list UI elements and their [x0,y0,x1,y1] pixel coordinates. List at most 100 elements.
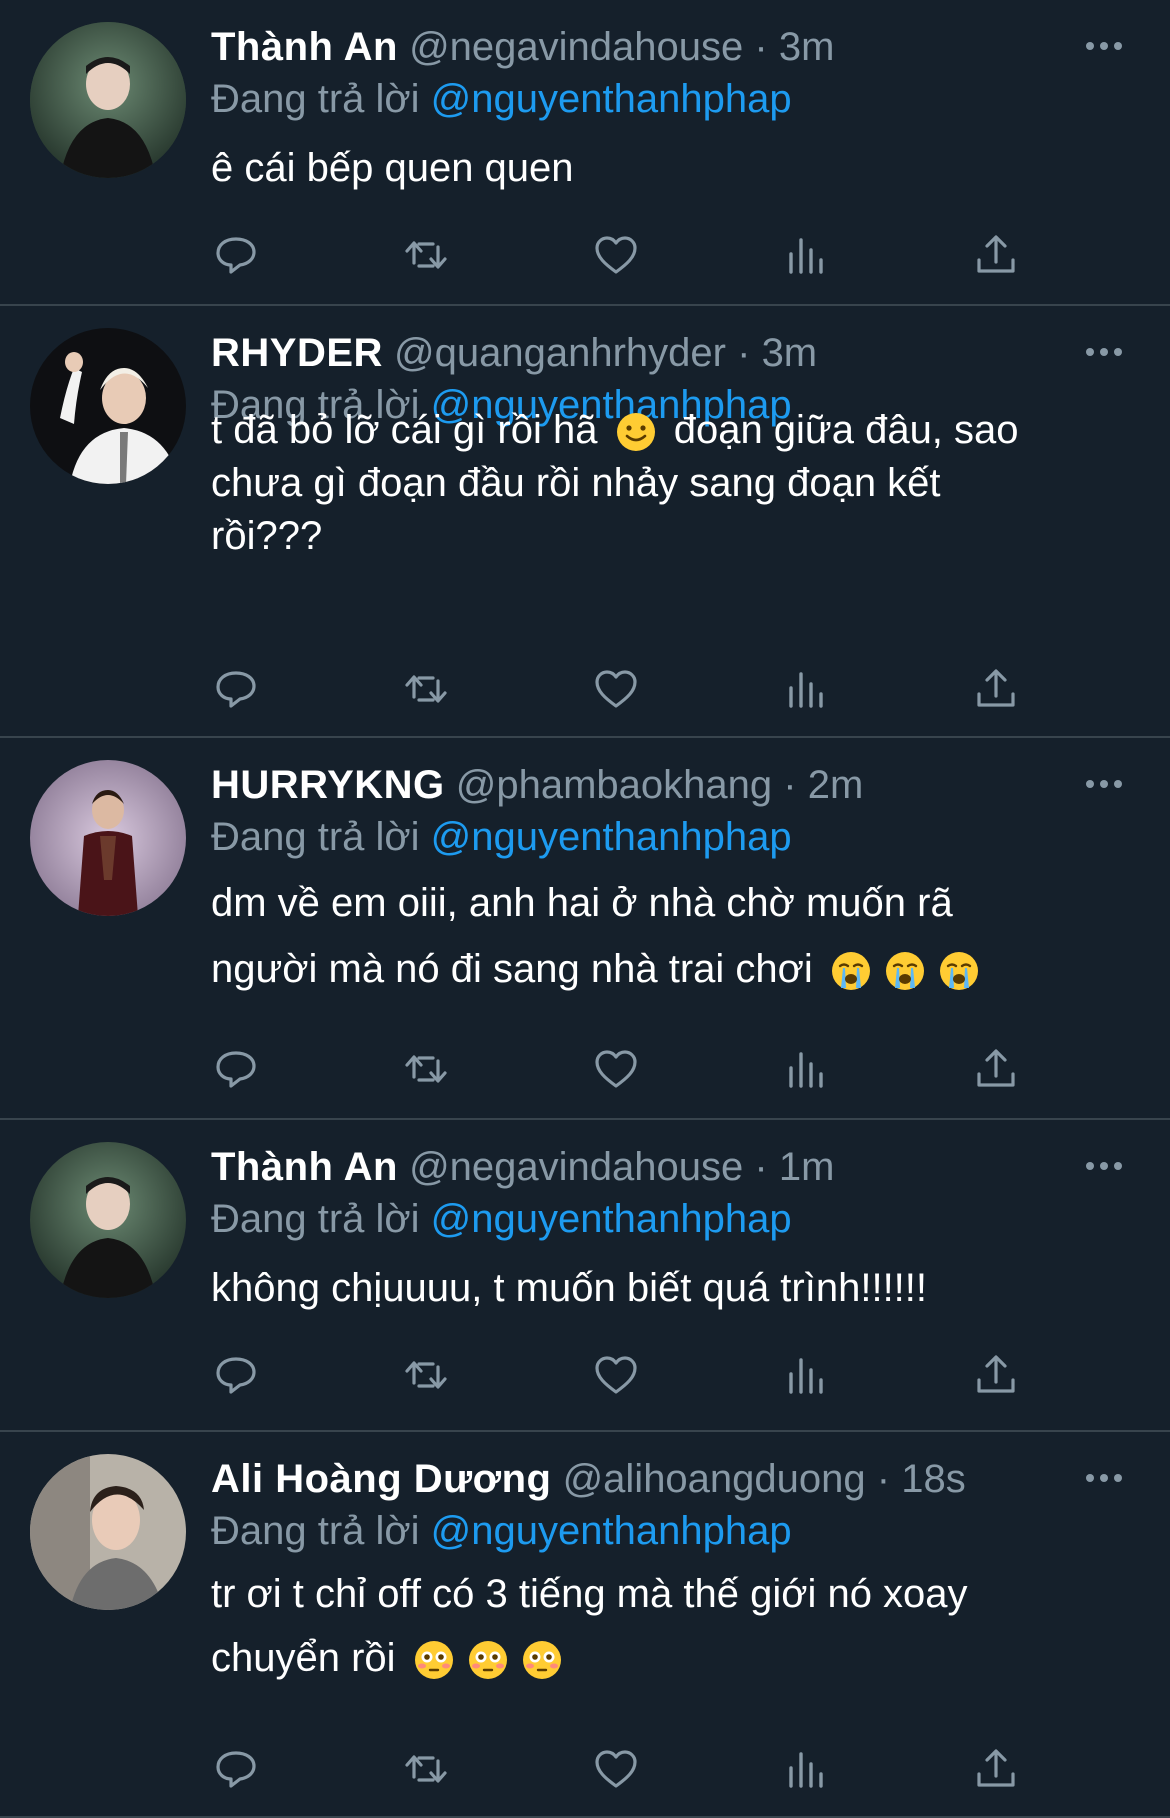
views-icon[interactable] [781,664,831,714]
display-name[interactable]: RHYDER [211,331,383,375]
share-icon[interactable] [971,1044,1021,1094]
flushed-face-emoji [521,1639,563,1681]
tweet-text: dm về em oiii, anh hai ở nhà chờ muốn rã… [211,870,1111,1002]
tweet-text-line: người mà nó đi sang nhà trai chơi [211,936,1111,1002]
tweet-text-line: không chịuuuu, t muốn biết quá trình!!!!… [211,1266,928,1310]
like-icon[interactable] [591,664,641,714]
tweet-header: RHYDER @quanganhrhyder · 3m [211,330,817,376]
tweet[interactable]: RHYDER @quanganhrhyder · 3m Đang trả lời… [0,306,1170,738]
tweet[interactable]: HURRYKNG @phambaokhang · 2m Đang trả lời… [0,738,1170,1120]
tweet-text-line: tr ơi t chỉ off có 3 tiếng mà thế giới n… [211,1572,968,1616]
more-icon[interactable] [1086,768,1126,798]
timestamp[interactable]: 1m [779,1145,835,1189]
mention-link[interactable]: @nguyenthanhphap [431,815,792,859]
timestamp[interactable]: 18s [901,1457,966,1501]
more-icon[interactable] [1086,336,1126,366]
retweet-icon[interactable] [401,230,451,280]
loudly-crying-face-emoji [830,950,872,992]
mention-link[interactable]: @nguyenthanhphap [431,77,792,121]
tweet-text-line: dm về em oiii, anh hai ở nhà chờ muốn rã [211,881,953,925]
avatar[interactable] [30,1142,186,1298]
replying-label: Đang trả lời [211,1509,420,1553]
tweet-actions [211,1744,1111,1794]
avatar[interactable] [30,760,186,916]
timestamp[interactable]: 3m [779,25,835,69]
flushed-face-emoji [413,1639,455,1681]
share-icon[interactable] [971,1744,1021,1794]
tweet-actions [211,1044,1111,1094]
mention-link[interactable]: @nguyenthanhphap [431,1197,792,1241]
replying-label: Đang trả lời [211,815,420,859]
user-handle[interactable]: @negavindahouse [409,25,743,69]
display-name[interactable]: Ali Hoàng Dương [211,1457,551,1501]
share-icon[interactable] [971,230,1021,280]
tweet-header: Thành An @negavindahouse · 3m [211,24,834,70]
tweet[interactable]: Thành An @negavindahouse · 1m Đang trả l… [0,1120,1170,1432]
retweet-icon[interactable] [401,664,451,714]
user-handle[interactable]: @quanganhrhyder [394,331,726,375]
tweet[interactable]: Thành An @negavindahouse · 3m Đang trả l… [0,0,1170,306]
views-icon[interactable] [781,1350,831,1400]
retweet-icon[interactable] [401,1350,451,1400]
more-icon[interactable] [1086,30,1126,60]
share-icon[interactable] [971,1350,1021,1400]
avatar[interactable] [30,1454,186,1610]
timestamp[interactable]: 3m [762,331,818,375]
flushed-face-emoji [467,1639,509,1681]
tweet-text-line: chưa gì đoạn đầu rồi nhảy sang đoạn kết [211,461,941,505]
tweet-text-line: ê cái bếp quen quen [211,146,574,190]
views-icon[interactable] [781,230,831,280]
replying-label: Đang trả lời [211,1197,420,1241]
tweet-text-line: rồi??? [211,514,323,558]
separator-dot: · [783,763,797,807]
separator-dot: · [754,25,768,69]
share-icon[interactable] [971,664,1021,714]
views-icon[interactable] [781,1044,831,1094]
tweet-text: t đã bỏ lỡ cái gì rồi hã đoạn giữa đâu, … [211,404,1111,563]
tweet[interactable]: Ali Hoàng Dương @alihoangduong · 18s Đan… [0,1432,1170,1818]
replying-label: Đang trả lời [211,77,420,121]
views-icon[interactable] [781,1744,831,1794]
tweet-text: tr ơi t chỉ off có 3 tiếng mà thế giới n… [211,1562,1111,1690]
reply-icon[interactable] [211,1744,261,1794]
retweet-icon[interactable] [401,1744,451,1794]
like-icon[interactable] [591,1744,641,1794]
more-icon[interactable] [1086,1462,1126,1492]
tweet-text-line: t đã bỏ lỡ cái gì rồi hã đoạn giữa đâu, … [211,404,1111,457]
mention-link[interactable]: @nguyenthanhphap [431,1509,792,1553]
tweet-header: HURRYKNG @phambaokhang · 2m [211,762,863,808]
tweet-text-segment: chuyển rồi [211,1636,396,1680]
avatar[interactable] [30,328,186,484]
replying-to: Đang trả lời @nguyenthanhphap [211,1508,792,1554]
tweet-text: không chịuuuu, t muốn biết quá trình!!!!… [211,1262,1111,1314]
reply-feed: Thành An @negavindahouse · 3m Đang trả l… [0,0,1170,1818]
separator-dot: · [876,1457,891,1501]
tweet-header: Ali Hoàng Dương @alihoangduong · 18s [211,1456,966,1502]
slightly-smiling-face-emoji [615,411,657,453]
user-handle[interactable]: @negavindahouse [409,1145,743,1189]
reply-icon[interactable] [211,1350,261,1400]
like-icon[interactable] [591,1044,641,1094]
timestamp[interactable]: 2m [808,763,864,807]
like-icon[interactable] [591,1350,641,1400]
tweet-actions [211,664,1111,714]
reply-icon[interactable] [211,230,261,280]
loudly-crying-face-emoji [938,950,980,992]
display-name[interactable]: HURRYKNG [211,763,445,807]
like-icon[interactable] [591,230,641,280]
user-handle[interactable]: @phambaokhang [456,763,772,807]
replying-to: Đang trả lời @nguyenthanhphap [211,1196,792,1242]
avatar[interactable] [30,22,186,178]
replying-to: Đang trả lời @nguyenthanhphap [211,814,792,860]
reply-icon[interactable] [211,664,261,714]
separator-dot: · [754,1145,768,1189]
retweet-icon[interactable] [401,1044,451,1094]
tweet-text-segment: người mà nó đi sang nhà trai chơi [211,947,813,991]
tweet-actions [211,230,1111,280]
display-name[interactable]: Thành An [211,1145,398,1189]
more-icon[interactable] [1086,1150,1126,1180]
display-name[interactable]: Thành An [211,25,398,69]
tweet-actions [211,1350,1111,1400]
reply-icon[interactable] [211,1044,261,1094]
user-handle[interactable]: @alihoangduong [563,1457,866,1501]
